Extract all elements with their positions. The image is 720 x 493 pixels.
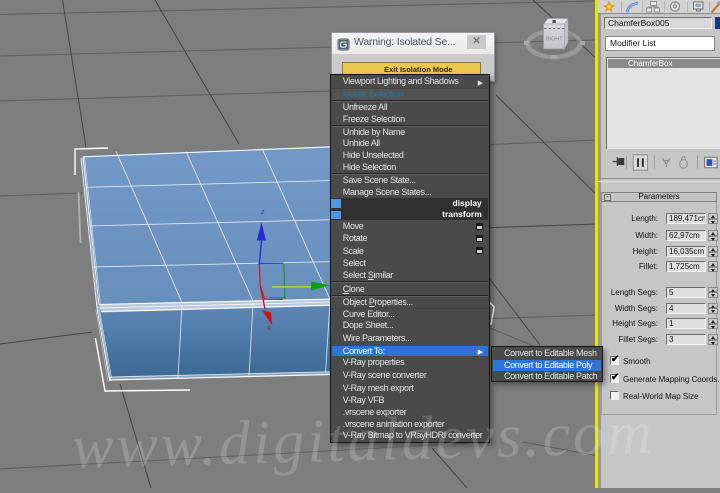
svg-text:RIGHT: RIGHT: [545, 37, 563, 43]
svg-text:x: x: [267, 325, 271, 332]
svg-text:z: z: [261, 207, 265, 216]
